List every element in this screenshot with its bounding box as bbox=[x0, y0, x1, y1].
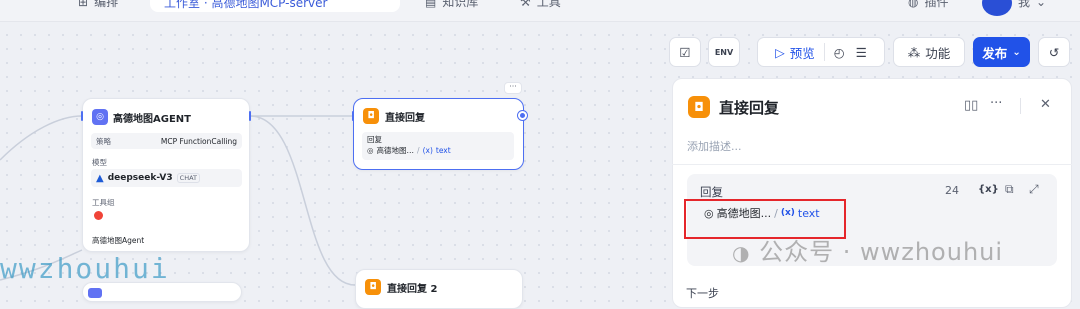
reply-node-2[interactable]: ◘ 直接回复 2 bbox=[355, 269, 523, 309]
close-icon[interactable]: ✕ bbox=[1040, 97, 1051, 112]
reply-content: 回复 ◎ 高德地图… / (x) text bbox=[362, 132, 514, 160]
reply-field-label: 回复 bbox=[700, 185, 723, 199]
more-options-icon[interactable]: ··· bbox=[504, 82, 522, 94]
insert-variable-icon[interactable]: {x} bbox=[978, 184, 999, 195]
reply-node-2-title: 直接回复 2 bbox=[387, 283, 438, 295]
expand-icon[interactable]: ⤢ bbox=[1029, 182, 1039, 197]
deepseek-logo-icon: ▲ bbox=[96, 172, 104, 184]
agent-node-title: 高德地图AGENT bbox=[113, 113, 191, 125]
reply-input-handle[interactable] bbox=[352, 111, 354, 121]
divider bbox=[1020, 98, 1021, 114]
lower-node[interactable] bbox=[82, 282, 242, 302]
more-options-icon[interactable]: ··· bbox=[990, 96, 1002, 111]
next-step-label: 下一步 bbox=[686, 287, 719, 300]
agent-node-header: ◎ 高德地图AGENT bbox=[92, 109, 191, 125]
help-book-icon[interactable]: ▯▯ bbox=[964, 98, 978, 113]
agent-output-handle[interactable] bbox=[249, 111, 251, 121]
reply-node-2-header: ◘ 直接回复 2 bbox=[365, 279, 437, 295]
edge-agent-to-reply2 bbox=[249, 115, 356, 286]
reply-icon: ◘ bbox=[363, 108, 379, 124]
tools-label: 工具组 bbox=[92, 198, 115, 207]
model-row: ▲ deepseek-V3 CHAT bbox=[91, 169, 242, 187]
tool-icon bbox=[94, 211, 103, 220]
reply-node-header: ◘ 直接回复 bbox=[363, 108, 425, 124]
description-input[interactable]: 添加描述... bbox=[687, 138, 742, 154]
agent-node[interactable]: ◎ 高德地图AGENT 策略 MCP FunctionCalling 模型 ▲ … bbox=[82, 98, 250, 252]
edge-incoming bbox=[0, 115, 83, 161]
agent-icon bbox=[88, 288, 102, 298]
add-node-handle[interactable] bbox=[518, 111, 527, 120]
reply-variable: ◎ 高德地图… / (x) text bbox=[367, 146, 451, 155]
agent-icon: ◎ bbox=[92, 109, 108, 125]
watermark: ◑ 公众号 · wwzhouhui bbox=[732, 238, 1004, 266]
agent-input-handle[interactable] bbox=[81, 111, 83, 121]
reply-icon: ◘ bbox=[365, 279, 381, 295]
strategy-row: 策略 MCP FunctionCalling bbox=[91, 133, 242, 149]
copy-icon[interactable]: ⧉ bbox=[1005, 182, 1014, 197]
wechat-icon: ◑ bbox=[732, 241, 751, 265]
char-count: 24 bbox=[945, 184, 959, 197]
reply-icon: ◘ bbox=[688, 96, 710, 118]
agent-node-footer: 高德地图Agent bbox=[92, 236, 145, 245]
divider bbox=[672, 164, 1072, 165]
reply-node[interactable]: ◘ 直接回复 回复 ◎ 高德地图… / (x) text bbox=[353, 98, 524, 170]
reply-node-title: 直接回复 bbox=[385, 112, 425, 124]
agent-icon: ◎ bbox=[367, 146, 374, 155]
panel-title[interactable]: 直接回复 bbox=[719, 97, 779, 118]
watermark-left: wwzhouhui bbox=[0, 252, 170, 285]
model-label: 模型 bbox=[92, 158, 107, 167]
